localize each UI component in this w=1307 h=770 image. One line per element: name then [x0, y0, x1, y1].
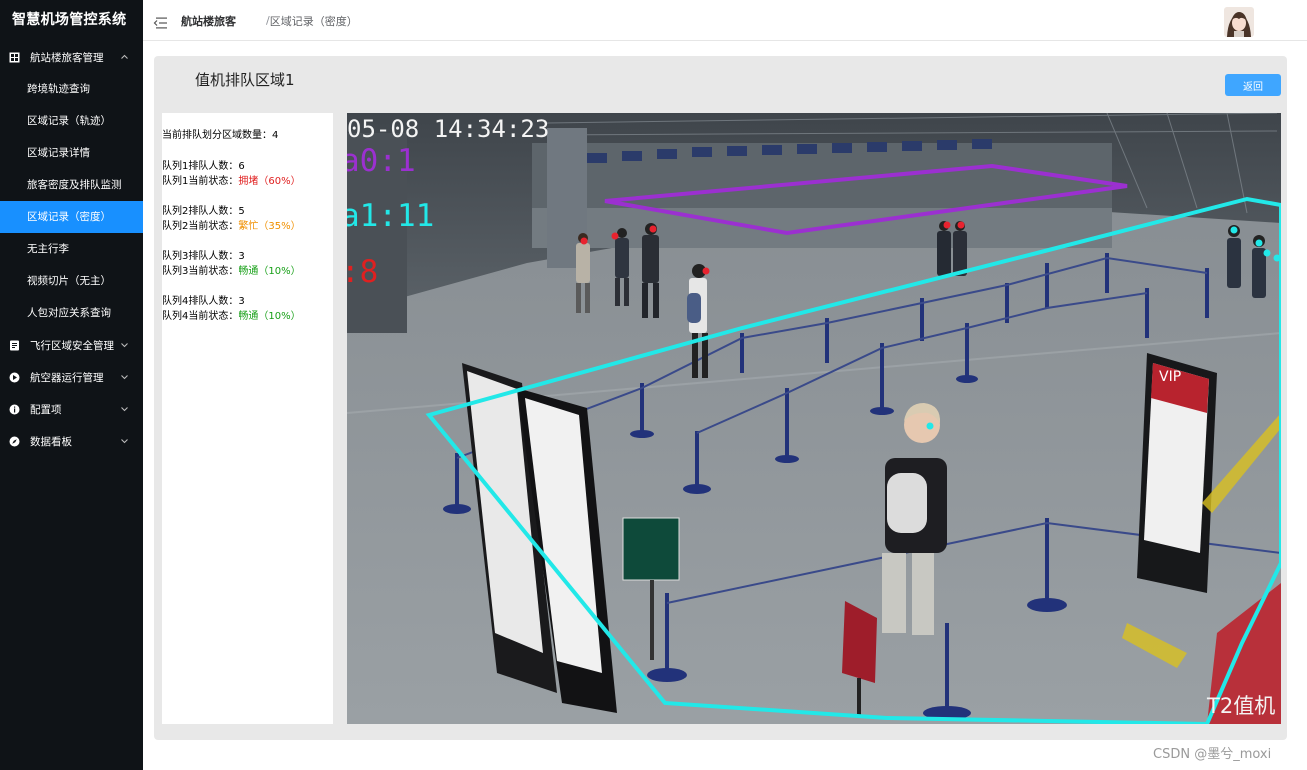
queue-count-line: 队列4排队人数：3 [162, 294, 333, 309]
play-icon [8, 371, 20, 383]
breadcrumb-item-current: 区域记录（密度） [269, 14, 358, 28]
queue-count-value: 6 [238, 161, 245, 172]
camera-feed: VIP 05-08 14:34:23 a0:1 a1:11 8 T2值机 [347, 113, 1281, 724]
main-content: 值机排队区域1 返回 当前排队划分区域数量：4 队列1排队人数：6 队列1当前状… [154, 56, 1287, 740]
queue-count-line: 队列2排队人数：5 [162, 204, 333, 219]
user-avatar[interactable] [1224, 7, 1254, 37]
menu-group-data-dashboard[interactable]: 数据看板 [0, 425, 143, 457]
chevron-down-icon [120, 405, 129, 414]
sidebar: 智慧机场管控系统 航站楼旅客管理 跨境轨迹查询 区域记录（轨迹） 区域记录详情 … [0, 0, 143, 770]
vip-sign: VIP [1137, 353, 1217, 593]
queue-count-label: 队列1排队人数： [162, 161, 239, 172]
compass-icon [8, 435, 20, 447]
queue-count-line: 队列3排队人数：3 [162, 249, 333, 264]
menu-group-label: 数据看板 [30, 435, 72, 448]
queue-status-line: 队列2当前状态：繁忙（35%） [162, 219, 333, 234]
queue-status-value: 繁忙（35%） [238, 221, 301, 232]
menu-fold-icon[interactable] [153, 14, 167, 29]
queue-block: 队列2排队人数：5 队列2当前状态：繁忙（35%） [162, 204, 333, 234]
sidebar-item-person-bag-relation[interactable]: 人包对应关系查询 [0, 297, 143, 329]
breadcrumb-item-terminal-passenger[interactable]: 航站楼旅客 [181, 13, 236, 29]
watermark: CSDN @墨兮_moxi [1153, 747, 1272, 762]
zone-label-a0: a0:1 [347, 143, 416, 179]
queue-block: 队列1排队人数：6 队列1当前状态：拥堵（60%） [162, 159, 333, 189]
menu-group-configuration[interactable]: 配置项 [0, 393, 143, 425]
queue-status-value: 畅通（10%） [238, 266, 301, 277]
queue-count-label: 队列4排队人数： [162, 296, 239, 307]
sidebar-item-crossborder-track[interactable]: 跨境轨迹查询 [0, 73, 143, 105]
camera-location-label: T2值机 [1206, 694, 1275, 718]
queue-count-value: 3 [238, 296, 245, 307]
menu-group-label: 航空器运行管理 [30, 371, 104, 384]
menu-group-label: 航站楼旅客管理 [30, 51, 104, 64]
menu-group-label: 配置项 [30, 403, 62, 416]
menu-group-label: 飞行区域安全管理 [30, 339, 114, 352]
menu-group-flight-area-safety[interactable]: 飞行区域安全管理 [0, 329, 143, 361]
queue-info-panel: 当前排队划分区域数量：4 队列1排队人数：6 队列1当前状态：拥堵（60%） 队… [162, 113, 333, 724]
queue-area-count-label: 当前排队划分区域数量： [162, 130, 272, 141]
queue-status-label: 队列1当前状态： [162, 176, 239, 187]
sidebar-item-unattended-baggage[interactable]: 无主行李 [0, 233, 143, 265]
back-button[interactable]: 返回 [1225, 74, 1281, 96]
queue-status-value: 拥堵（60%） [238, 176, 301, 187]
info-icon [8, 403, 20, 415]
app-root: 智慧机场管控系统 航站楼旅客管理 跨境轨迹查询 区域记录（轨迹） 区域记录详情 … [0, 0, 1307, 770]
app-title: 智慧机场管控系统 [12, 12, 127, 28]
chevron-down-icon [120, 341, 129, 350]
sidebar-item-area-record-track[interactable]: 区域记录（轨迹） [0, 105, 143, 137]
queue-count-line: 队列1排队人数：6 [162, 159, 333, 174]
vip-sign-text: VIP [1159, 369, 1181, 385]
document-icon [8, 339, 20, 351]
menu-group-terminal-passenger[interactable]: 航站楼旅客管理 [0, 41, 143, 73]
queue-area-count: 当前排队划分区域数量：4 [162, 129, 333, 143]
queue-block: 队列3排队人数：3 队列3当前状态：畅通（10%） [162, 249, 333, 279]
sidebar-item-area-record-density[interactable]: 区域记录（密度） [0, 201, 143, 233]
queue-block: 队列4排队人数：3 队列4当前状态：畅通（10%） [162, 294, 333, 324]
chevron-up-icon [120, 53, 129, 62]
queue-status-line: 队列4当前状态：畅通（10%） [162, 309, 333, 324]
queue-status-line: 队列1当前状态：拥堵（60%） [162, 174, 333, 189]
grid-icon [8, 51, 20, 63]
queue-area-count-value: 4 [272, 130, 279, 141]
queue-status-value: 畅通（10%） [238, 311, 301, 322]
page-title: 值机排队区域1 [195, 71, 295, 89]
queue-count-value: 3 [238, 251, 245, 262]
sidebar-item-area-record-detail[interactable]: 区域记录详情 [0, 137, 143, 169]
sidebar-item-video-clip[interactable]: 视频切片（无主） [0, 265, 143, 297]
menu-group-aircraft-operation[interactable]: 航空器运行管理 [0, 361, 143, 393]
chevron-down-icon [120, 437, 129, 446]
breadcrumb: 航站楼旅客 / 区域记录（密度） [181, 0, 358, 41]
queue-count-label: 队列3排队人数： [162, 251, 239, 262]
queue-count-value: 5 [238, 206, 245, 217]
queue-status-line: 队列3当前状态：畅通（10%） [162, 264, 333, 279]
top-header: 航站楼旅客 / 区域记录（密度） [143, 0, 1307, 41]
chevron-down-icon [120, 373, 129, 382]
queue-status-label: 队列3当前状态： [162, 266, 239, 277]
queue-status-label: 队列2当前状态： [162, 221, 239, 232]
queue-count-label: 队列2排队人数： [162, 206, 239, 217]
zone-label-a2: :8 [347, 254, 378, 290]
camera-frame: VIP 05-08 14:34:23 a0:1 a1:11 8 T2值机 [347, 113, 1281, 724]
queue-status-label: 队列4当前状态： [162, 311, 239, 322]
camera-timestamp: 05-08 14:34:23 [347, 115, 549, 143]
sidebar-item-density-queue-monitor[interactable]: 旅客密度及排队监测 [0, 169, 143, 201]
zone-label-a1: a1:11 [347, 198, 434, 234]
